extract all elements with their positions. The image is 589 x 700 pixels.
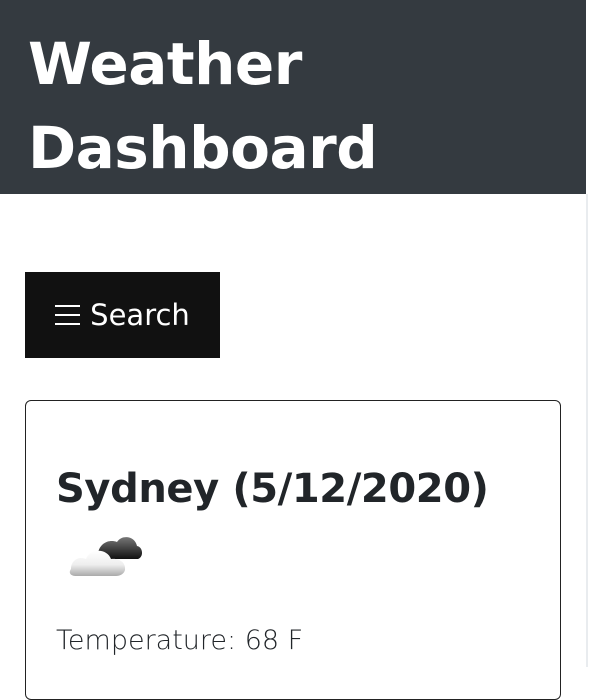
hamburger-line	[55, 314, 81, 316]
page-header: Weather Dashboard	[0, 0, 586, 194]
search-button[interactable]: Search	[25, 272, 220, 358]
cloudy-weather-icon	[69, 537, 142, 576]
hamburger-line	[55, 305, 81, 307]
city-date-title: Sydney (5/12/2020)	[56, 466, 489, 512]
hamburger-line	[55, 323, 81, 325]
page-title: Weather Dashboard	[28, 30, 378, 182]
hamburger-menu-icon	[55, 305, 81, 325]
search-button-label: Search	[90, 298, 190, 332]
temperature-value: Temperature: 68 F	[56, 625, 304, 656]
current-weather-card: Sydney (5/12/2020) Temperature: 68 F	[25, 400, 561, 700]
page-edge-divider	[586, 194, 588, 667]
